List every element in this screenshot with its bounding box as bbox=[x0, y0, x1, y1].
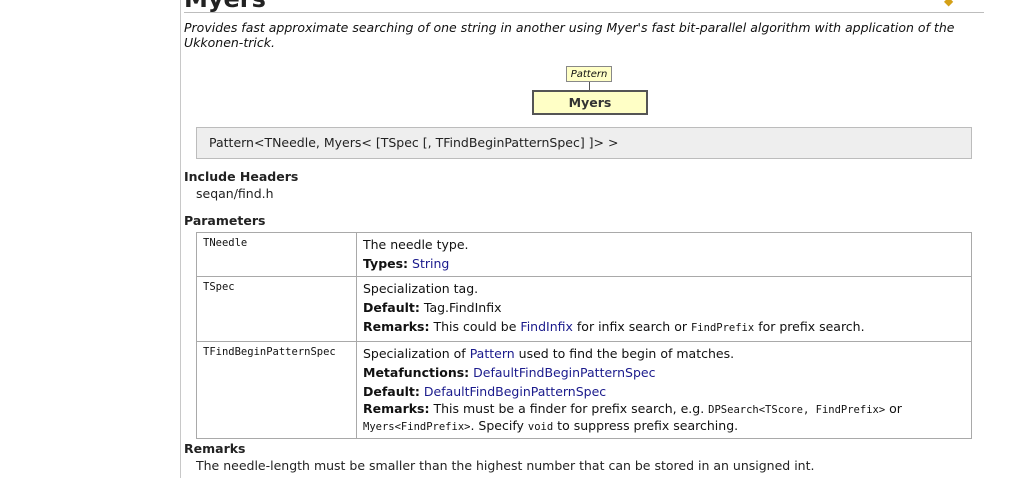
tspec-desc: Specialization tag. bbox=[363, 281, 479, 296]
include-header-path: seqan/find.h bbox=[196, 186, 274, 201]
table-row: TFindBeginPatternSpec Specialization of … bbox=[196, 341, 972, 439]
tspec-remarks: Remarks: This could be FindInfix for inf… bbox=[363, 317, 965, 338]
tfind-desc-post: used to find the begin of matches. bbox=[518, 346, 735, 361]
diagram-child-myers: Myers bbox=[532, 90, 648, 115]
tspec-remarks-post: for prefix search. bbox=[758, 319, 865, 334]
tfind-desc-pre: Specialization of bbox=[363, 346, 466, 361]
tspec-remarks-mid: for infix search or bbox=[576, 319, 687, 334]
tfind-remarks-or: or bbox=[889, 401, 902, 416]
myers-findprefix-code: Myers<FindPrefix> bbox=[363, 421, 471, 433]
inheritance-diagram: Pattern Myers bbox=[532, 66, 648, 116]
tspec-remarks-pre: This could be bbox=[433, 319, 517, 334]
default-link[interactable]: DefaultFindBeginPatternSpec bbox=[424, 384, 606, 399]
default-label: Default: bbox=[363, 384, 420, 399]
parameters-table: TNeedle The needle type. Types: String T… bbox=[196, 232, 972, 439]
types-label: Types: bbox=[363, 256, 409, 271]
tneedle-desc: The needle type. bbox=[363, 237, 469, 252]
diagram-connector bbox=[589, 82, 590, 90]
tfind-desc: Specialization of Pattern used to find t… bbox=[363, 344, 965, 363]
findprefix-code: FindPrefix bbox=[690, 322, 755, 334]
page-title: Myers bbox=[184, 0, 984, 11]
tfind-remarks-mid: . Specify bbox=[470, 418, 524, 433]
remarks-label: Remarks: bbox=[363, 319, 430, 334]
tspec-default-value: Tag.FindInfix bbox=[423, 300, 502, 315]
param-desc-tspec: Specialization tag. Default: Tag.FindInf… bbox=[356, 276, 972, 342]
parameters-heading: Parameters bbox=[184, 213, 266, 228]
tfind-remarks-pre: This must be a finder for prefix search,… bbox=[433, 401, 705, 416]
dpsearch-code: DPSearch<TScore, FindPrefix> bbox=[708, 404, 886, 416]
page-header: Myers bbox=[184, 0, 984, 13]
diagram-parent-pattern[interactable]: Pattern bbox=[566, 66, 612, 82]
findinfix-link[interactable]: FindInfix bbox=[520, 319, 573, 334]
tneedle-types: Types: String bbox=[363, 254, 965, 273]
remarks-label: Remarks: bbox=[363, 401, 430, 416]
remarks-text: The needle-length must be smaller than t… bbox=[196, 458, 815, 473]
tfind-remarks: Remarks: This must be a finder for prefi… bbox=[363, 401, 965, 435]
param-desc-tfindbeginpatternspec: Specialization of Pattern used to find t… bbox=[356, 341, 972, 439]
tfind-remarks-post: to suppress prefix searching. bbox=[557, 418, 739, 433]
page-left-border bbox=[180, 0, 181, 478]
summary-text: Provides fast approximate searching of o… bbox=[184, 20, 955, 50]
param-name-tfindbeginpatternspec: TFindBeginPatternSpec bbox=[196, 341, 357, 439]
include-headers-heading: Include Headers bbox=[184, 169, 299, 184]
table-row: TNeedle The needle type. Types: String bbox=[196, 232, 972, 277]
param-name-tneedle: TNeedle bbox=[196, 232, 357, 277]
string-link[interactable]: String bbox=[412, 256, 449, 271]
tspec-default: Default: Tag.FindInfix bbox=[363, 298, 965, 317]
metafunctions-label: Metafunctions: bbox=[363, 365, 470, 380]
param-name-tspec: TSpec bbox=[196, 276, 357, 342]
param-desc-tneedle: The needle type. Types: String bbox=[356, 232, 972, 277]
table-row: TSpec Specialization tag. Default: Tag.F… bbox=[196, 276, 972, 342]
pattern-link[interactable]: Pattern bbox=[470, 346, 515, 361]
signature-box: Pattern<TNeedle, Myers< [TSpec [, TFindB… bbox=[196, 127, 972, 159]
metafunction-link[interactable]: DefaultFindBeginPatternSpec bbox=[473, 365, 655, 380]
bookmark-icon[interactable]: ◆ bbox=[944, 0, 958, 8]
tfind-default: Default: DefaultFindBeginPatternSpec bbox=[363, 382, 965, 401]
void-code: void bbox=[527, 421, 554, 433]
default-label: Default: bbox=[363, 300, 420, 315]
tfind-metafunctions: Metafunctions: DefaultFindBeginPatternSp… bbox=[363, 363, 965, 382]
remarks-heading: Remarks bbox=[184, 441, 246, 456]
